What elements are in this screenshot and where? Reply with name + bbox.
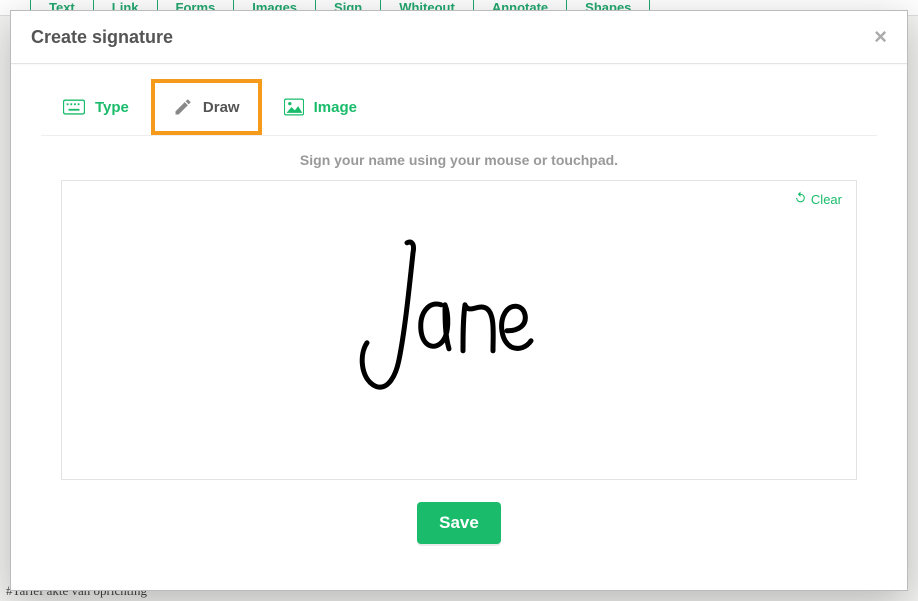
modal-body: Type Draw Image xyxy=(11,64,907,590)
create-signature-modal: Create signature × Type xyxy=(10,10,908,591)
tab-draw-label: Draw xyxy=(203,99,240,116)
close-icon[interactable]: × xyxy=(874,26,887,48)
modal-title: Create signature xyxy=(31,27,173,48)
draw-instruction: Sign your name using your mouse or touch… xyxy=(41,152,877,168)
keyboard-icon xyxy=(63,99,85,115)
tab-image[interactable]: Image xyxy=(262,80,379,134)
save-button[interactable]: Save xyxy=(417,502,501,544)
modal-header: Create signature × xyxy=(11,11,907,64)
signature-stroke xyxy=(349,235,569,405)
tab-type-label: Type xyxy=(95,99,129,116)
image-icon xyxy=(284,98,304,116)
tab-type[interactable]: Type xyxy=(41,81,151,134)
undo-icon xyxy=(794,191,807,207)
clear-label: Clear xyxy=(811,192,842,207)
clear-button[interactable]: Clear xyxy=(794,191,842,207)
tab-image-label: Image xyxy=(314,99,357,116)
signature-method-tabs: Type Draw Image xyxy=(41,79,877,136)
tab-draw[interactable]: Draw xyxy=(151,79,262,135)
signature-canvas[interactable]: Clear xyxy=(61,180,857,480)
pencil-icon xyxy=(173,97,193,117)
